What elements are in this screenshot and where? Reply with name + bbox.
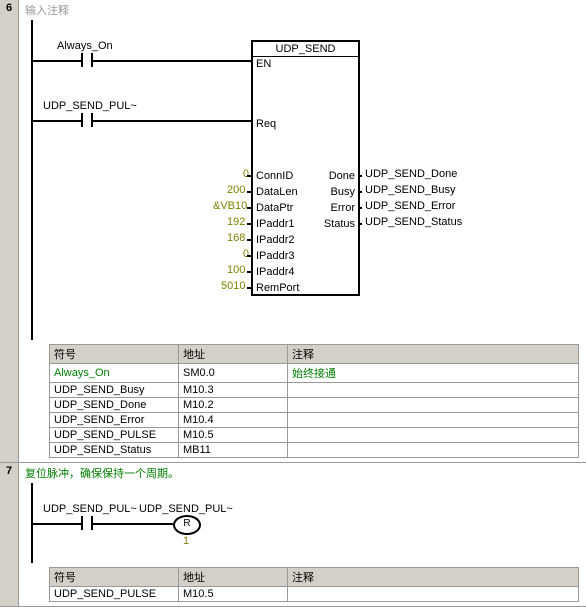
- table-row[interactable]: UDP_SEND_BusyM10.3: [50, 383, 579, 398]
- table-row[interactable]: UDP_SEND_StatusMB11: [50, 443, 579, 458]
- network-7: 7 复位脉冲，确保保持一个周期。 UDP_SEND_PUL~ R UDP_SEN…: [0, 463, 586, 607]
- symbol-table: 符号 地址 注释 Always_OnSM0.0始终接通 UDP_SEND_Bus…: [49, 344, 579, 458]
- reset-coil[interactable]: R: [173, 515, 201, 535]
- table-row[interactable]: UDP_SEND_ErrorM10.4: [50, 413, 579, 428]
- table-row[interactable]: UDP_SEND_PULSEM10.5: [50, 587, 579, 602]
- network-comment[interactable]: 复位脉冲，确保保持一个周期。: [21, 463, 586, 483]
- coil-count: 1: [183, 535, 189, 547]
- network-comment[interactable]: 输入注释: [21, 0, 586, 20]
- network-number: 6: [0, 0, 19, 462]
- table-row[interactable]: UDP_SEND_DoneM10.2: [50, 398, 579, 413]
- table-row[interactable]: Always_OnSM0.0始终接通: [50, 364, 579, 383]
- ladder-diagram[interactable]: Always_On UDP_SEND_PUL~ UDP_SEND EN Req …: [21, 20, 586, 340]
- power-rail: [31, 20, 33, 340]
- symbol-table: 符号 地址 注释 UDP_SEND_PULSEM10.5: [49, 567, 579, 602]
- ladder-diagram[interactable]: UDP_SEND_PUL~ R UDP_SEND_PUL~ 1: [21, 483, 586, 563]
- contact-label: UDP_SEND_PUL~: [43, 503, 137, 515]
- network-6: 6 输入注释 Always_On UDP_SEND_PUL~ UDP_SEND …: [0, 0, 586, 463]
- contact-label: UDP_SEND_PUL~: [43, 100, 137, 112]
- network-number: 7: [0, 463, 19, 606]
- fb-title: UDP_SEND: [253, 42, 358, 57]
- coil-label: UDP_SEND_PUL~: [139, 503, 233, 515]
- fb-udp-send[interactable]: UDP_SEND EN Req ConnID DataLen DataPtr I…: [251, 40, 360, 296]
- table-row[interactable]: UDP_SEND_PULSEM10.5: [50, 428, 579, 443]
- contact-label: Always_On: [57, 40, 113, 52]
